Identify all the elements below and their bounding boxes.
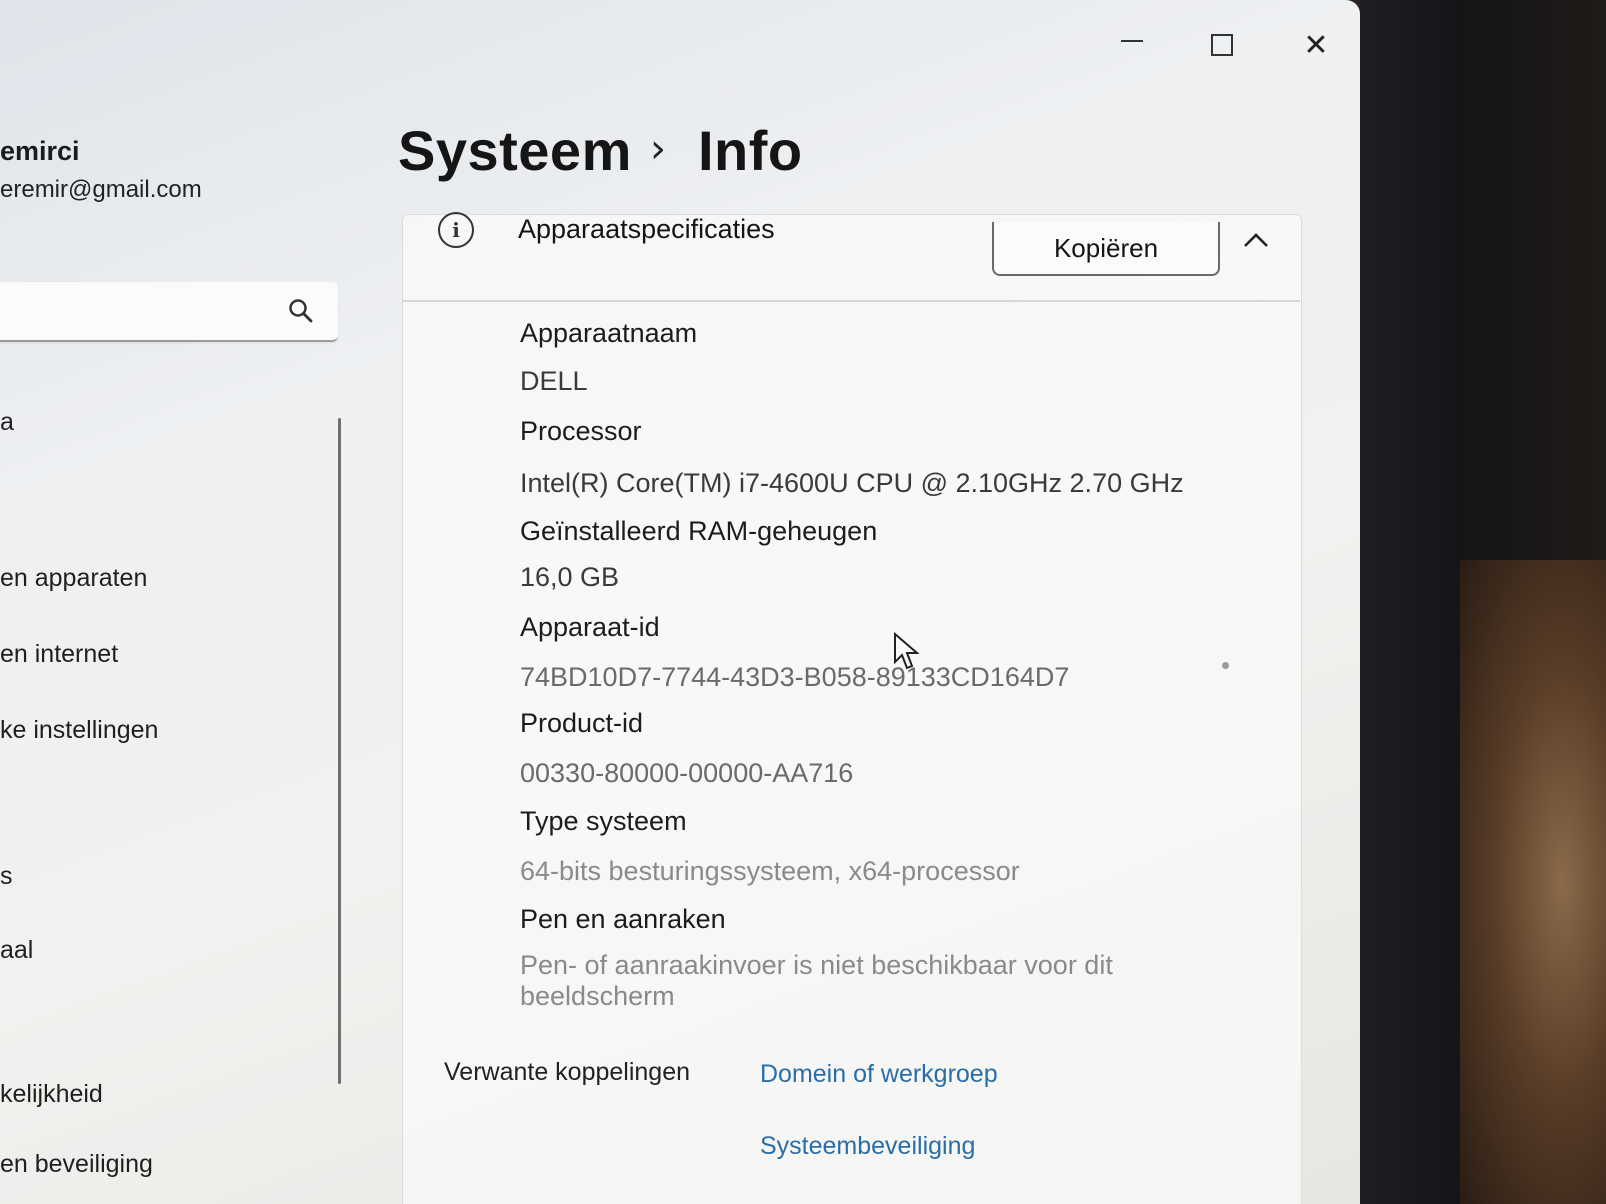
- spec-label-device-id: Apparaat-id: [520, 612, 660, 642]
- spec-label-system-type: Type systeem: [520, 806, 687, 836]
- sidebar-item-language[interactable]: aal: [0, 936, 33, 965]
- collapse-button[interactable]: [1240, 224, 1272, 256]
- minimize-icon: [1121, 40, 1143, 42]
- spec-value-device-name: DELL: [520, 366, 588, 396]
- spec-label-processor: Processor: [520, 416, 642, 446]
- mouse-cursor-icon: [894, 632, 919, 670]
- sidebar-item-privacy-security[interactable]: en beveiliging: [0, 1150, 153, 1179]
- sidebar-item-personalization[interactable]: ke instellingen: [0, 716, 158, 745]
- close-icon: ✕: [1303, 27, 1329, 63]
- sidebar-item-accessibility[interactable]: kelijkheid: [0, 1080, 103, 1109]
- sidebar-item-network-internet[interactable]: en internet: [0, 640, 118, 669]
- search-icon[interactable]: [288, 298, 314, 324]
- page-title: Info: [698, 119, 803, 182]
- spec-value-pen-touch: Pen- of aanraakinvoer is niet beschikbaa…: [520, 950, 1113, 1011]
- spec-value-device-id: 74BD10D7-7744-43D3-B058-89133CD164D7: [520, 662, 1070, 692]
- copy-button[interactable]: Kopiëren: [992, 222, 1220, 276]
- search-box[interactable]: [0, 282, 338, 342]
- spec-value-product-id: 00330-80000-00000-AA716: [520, 758, 854, 788]
- settings-window: ✕ emirci eremir@gmail.com a en apparaten…: [0, 0, 1360, 1204]
- maximize-button[interactable]: [1192, 22, 1252, 68]
- related-links-label: Verwante koppelingen: [444, 1058, 691, 1086]
- chevron-up-icon: [1244, 233, 1268, 247]
- card-divider: [402, 300, 1300, 302]
- close-button[interactable]: ✕: [1286, 22, 1346, 68]
- screen-speck: [1222, 662, 1229, 669]
- sidebar-item-4[interactable]: s: [0, 862, 13, 891]
- chevron-right-icon: ›: [650, 126, 666, 172]
- account-name: emirci: [0, 136, 80, 166]
- breadcrumb-parent[interactable]: Systeem: [398, 118, 632, 183]
- spec-label-ram: Geïnstalleerd RAM-geheugen: [520, 516, 878, 546]
- sidebar-scrollbar[interactable]: [338, 418, 341, 1084]
- minimize-button[interactable]: [1102, 22, 1162, 68]
- link-system-protection[interactable]: Systeembeveiliging: [760, 1132, 975, 1161]
- maximize-icon: [1211, 34, 1233, 56]
- spec-value-processor: Intel(R) Core(TM) i7-4600U CPU @ 2.10GHz…: [520, 468, 1184, 498]
- account-email: eremir@gmail.com: [0, 176, 202, 203]
- background-lamp: [1460, 560, 1606, 1204]
- info-icon: i: [438, 212, 474, 248]
- spec-value-system-type: 64-bits besturingssysteem, x64-processor: [520, 856, 1020, 886]
- link-domain-workgroup[interactable]: Domein of werkgroep: [760, 1060, 998, 1089]
- spec-label-device-name: Apparaatnaam: [520, 318, 698, 348]
- spec-value-ram: 16,0 GB: [520, 562, 620, 592]
- spec-label-product-id: Product-id: [520, 708, 644, 738]
- sidebar-item-0[interactable]: a: [0, 408, 14, 437]
- device-specs-title: Apparaatspecificaties: [518, 214, 775, 244]
- spec-label-pen-touch: Pen en aanraken: [520, 904, 726, 934]
- sidebar-item-bluetooth-devices[interactable]: en apparaten: [0, 564, 147, 593]
